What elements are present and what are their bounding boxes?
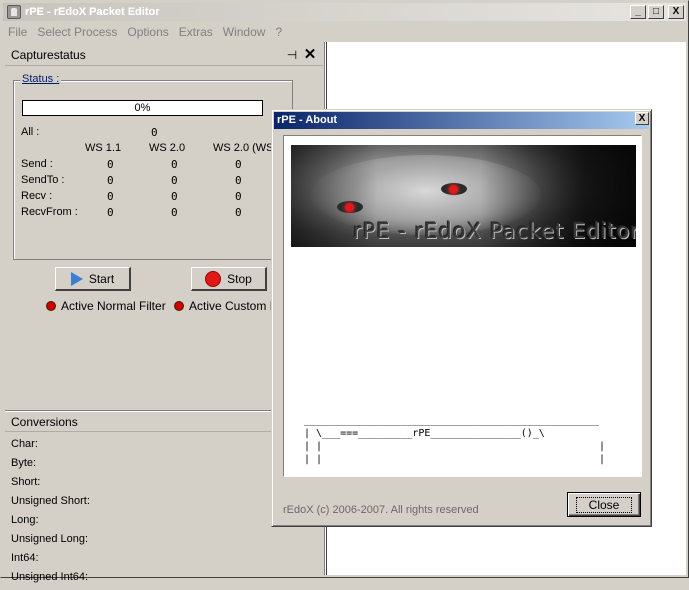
row-value: 0 [171, 206, 178, 219]
about-title-bar[interactable]: rPE - About [274, 112, 649, 129]
menu-help[interactable]: ? [270, 25, 287, 39]
custom-filter-label: Active Custom Fil [189, 299, 283, 313]
conversion-char: Char: [11, 438, 38, 450]
conversion-long: Long: [11, 514, 39, 526]
menu-select-process[interactable]: Select Process [32, 25, 122, 39]
all-value: 0 [151, 126, 158, 139]
play-icon [70, 271, 83, 286]
start-button[interactable]: Start [55, 267, 131, 291]
all-label: All : [21, 126, 40, 138]
conversion-unsigned-long: Unsigned Long: [11, 533, 89, 545]
minimize-button[interactable]: _ [630, 5, 646, 19]
row-value: 0 [171, 174, 178, 187]
row-value: 0 [235, 158, 242, 171]
normal-filter-indicator[interactable]: Active Normal Filter [47, 299, 166, 313]
row-value: 0 [235, 206, 242, 219]
conversion-unsigned-short: Unsigned Short: [11, 495, 90, 507]
about-title: rPE - About [277, 114, 338, 126]
window-title: rPE - rEdoX Packet Editor [25, 6, 160, 18]
about-close-icon[interactable]: X [635, 112, 649, 125]
custom-filter-indicator[interactable]: Active Custom Fil [175, 299, 282, 313]
capture-status-header: Capturestatus ⊣ ✕ [5, 44, 323, 66]
status-group: Status : 0% All : 0 WS 1.1 WS 2.0 WS 2.0… [13, 73, 293, 260]
row-value: 0 [171, 190, 178, 203]
row-value: 0 [107, 206, 114, 219]
panel-close-icon[interactable]: ✕ [303, 47, 317, 62]
menu-file[interactable]: File [3, 25, 32, 39]
stop-icon [205, 270, 222, 287]
close-button[interactable]: X [668, 5, 684, 19]
conversion-int64: Int64: [11, 552, 39, 564]
row-label: RecvFrom : [21, 206, 78, 218]
panel-title: Capturestatus [11, 47, 86, 62]
pin-icon[interactable]: ⊣ [285, 48, 299, 62]
column-ws20-ws: WS 2.0 (WS [213, 142, 274, 154]
about-dialog: rPE - About X rPE - rEdoX Packet Editor … [271, 109, 652, 527]
ascii-art-scroller: ________________________________________… [304, 415, 606, 465]
column-ws20: WS 2.0 [149, 142, 186, 154]
row-value: 0 [171, 158, 178, 171]
row-label: SendTo : [21, 174, 65, 186]
app-icon[interactable] [7, 5, 21, 19]
banner-logo-text: rPE - rEdoX Packet Editor [353, 219, 636, 243]
menu-extras[interactable]: Extras [174, 25, 218, 39]
banner-image: rPE - rEdoX Packet Editor [291, 145, 636, 247]
stop-button[interactable]: Stop [191, 267, 267, 291]
menu-window[interactable]: Window [218, 25, 271, 39]
title-bar[interactable]: rPE - rEdoX Packet Editor _ □ X [3, 3, 686, 21]
row-value: 0 [235, 190, 242, 203]
maximize-button[interactable]: □ [648, 5, 664, 19]
conversion-byte: Byte: [11, 457, 37, 469]
row-value: 0 [107, 174, 114, 187]
menu-options[interactable]: Options [122, 25, 173, 39]
stop-button-label: Stop [227, 271, 252, 286]
row-value: 0 [107, 190, 114, 203]
conversion-unsigned-int64: Unsigned Int64: [11, 571, 89, 583]
row-value: 0 [235, 174, 242, 187]
about-close-button[interactable]: Close [567, 492, 641, 517]
about-content-frame: rPE - rEdoX Packet Editor ______________… [283, 135, 642, 477]
capture-progress-bar: 0% [22, 100, 263, 116]
column-ws11: WS 1.1 [85, 142, 122, 154]
menu-bar: File Select Process Options Extras Windo… [3, 22, 287, 42]
row-label: Recv : [21, 190, 53, 202]
row-label: Send : [21, 158, 53, 170]
conversions-list: Char: Byte: Short: Unsigned Short: Long:… [11, 438, 90, 590]
banner-code-overlay [510, 147, 630, 217]
about-close-button-label: Close [575, 496, 633, 513]
conversion-short: Short: [11, 476, 41, 488]
caption-buttons: _ □ X [630, 5, 684, 19]
red-eye-left-icon [337, 201, 363, 213]
row-value: 0 [107, 158, 114, 171]
start-button-label: Start [88, 271, 115, 286]
copyright-text: rEdoX (c) 2006-2007. All rights reserved [283, 504, 479, 516]
status-legend: Status : [20, 73, 62, 85]
normal-filter-label: Active Normal Filter [61, 299, 166, 313]
status-dot-icon [175, 302, 183, 310]
red-eye-right-icon [441, 183, 467, 195]
status-dot-icon [47, 302, 55, 310]
